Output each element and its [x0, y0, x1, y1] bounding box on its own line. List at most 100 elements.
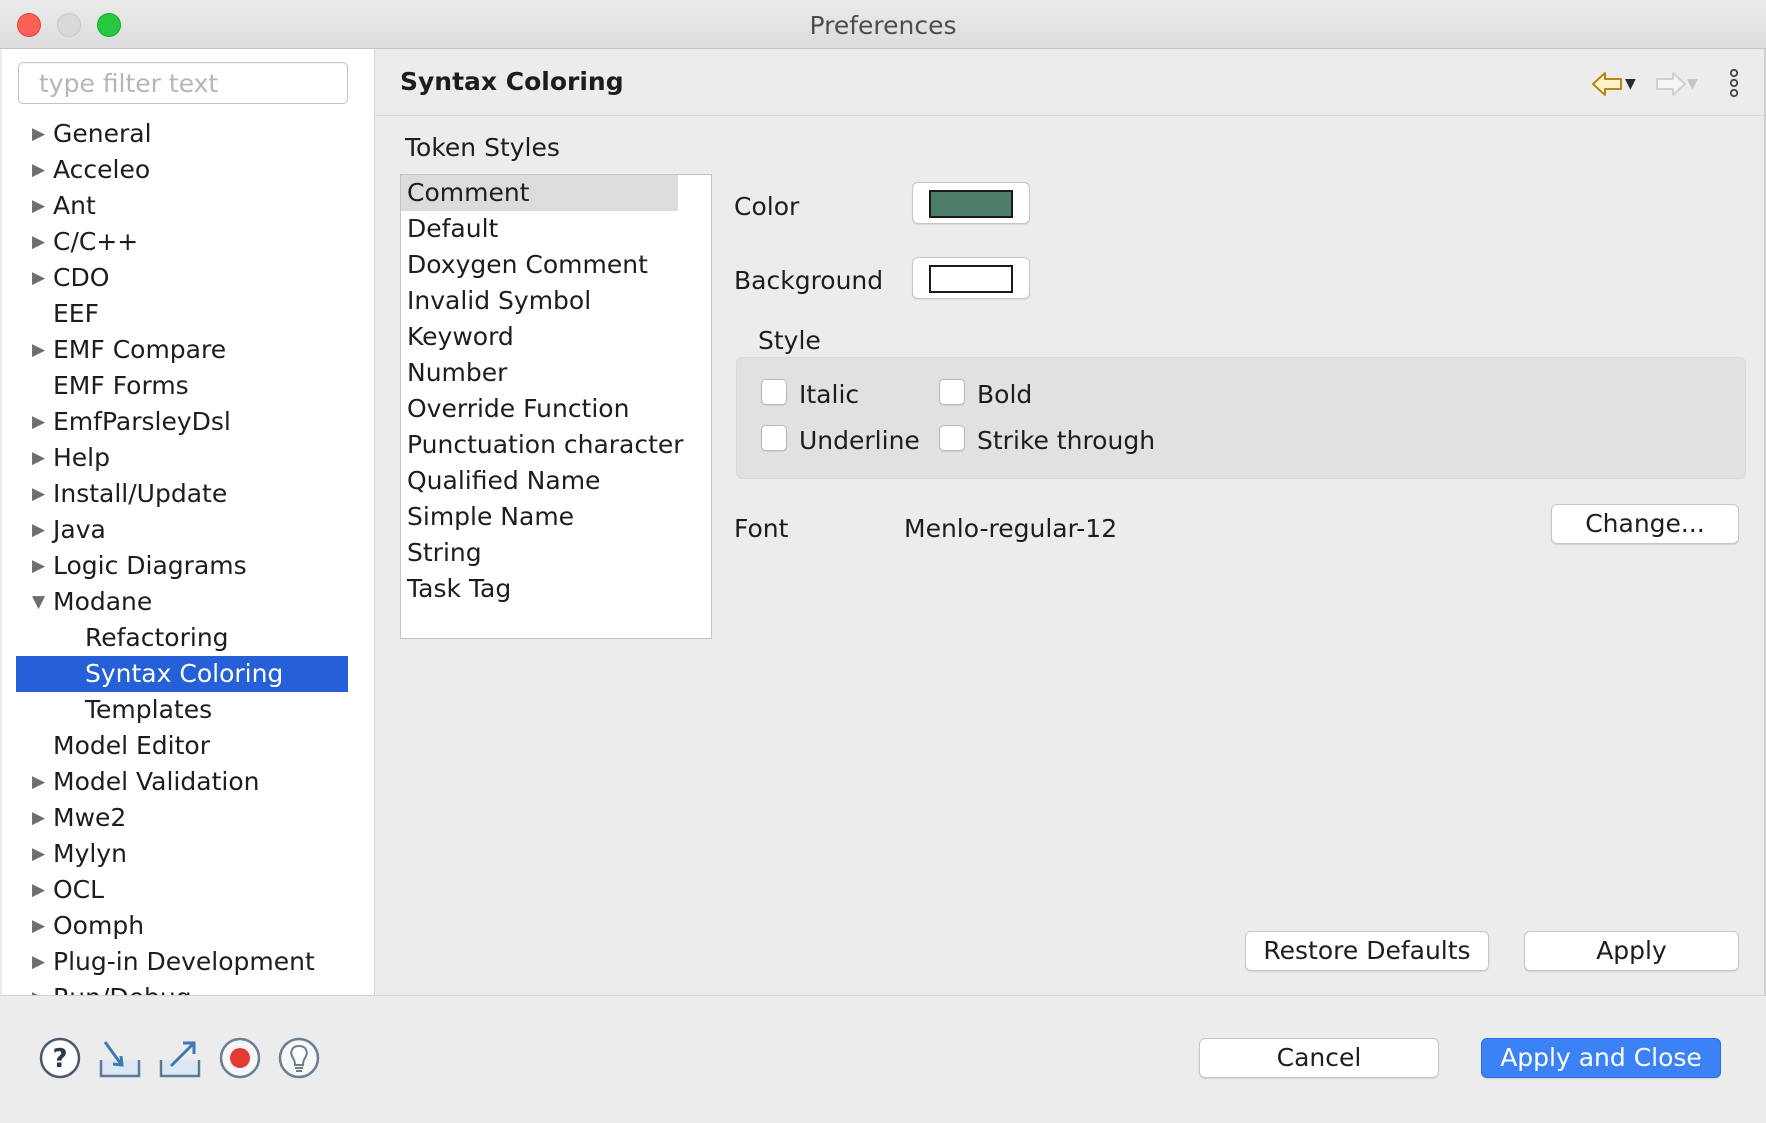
collapsed-arrow-icon[interactable]: ▶ [32, 224, 50, 260]
tree-item-label: Logic Diagrams [53, 551, 247, 580]
background-picker-button[interactable] [912, 257, 1030, 299]
tree-item-general[interactable]: ▶ General [2, 116, 374, 152]
tree-item-label: Templates [85, 695, 213, 724]
tree-item-label: EMF Forms [53, 371, 189, 400]
collapsed-arrow-icon[interactable]: ▶ [32, 836, 50, 872]
tree-item-install-update[interactable]: ▶ Install/Update [2, 476, 374, 512]
tree-item-mylyn[interactable]: ▶ Mylyn [2, 836, 374, 872]
italic-checkbox[interactable] [761, 379, 787, 405]
tree-item-help[interactable]: ▶ Help [2, 440, 374, 476]
collapsed-arrow-icon[interactable]: ▶ [32, 944, 50, 980]
token-item-task-tag[interactable]: Task Tag [401, 571, 711, 607]
preference-tree-panel: ▶General▶Acceleo▶Ant▶C/C++▶CDOEEF▶EMF Co… [2, 49, 374, 995]
bold-checkbox[interactable] [939, 379, 965, 405]
tree-item-mwe2[interactable]: ▶ Mwe2 [2, 800, 374, 836]
collapsed-arrow-icon[interactable]: ▶ [32, 764, 50, 800]
collapsed-arrow-icon[interactable]: ▶ [32, 188, 50, 224]
color-label: Color [734, 192, 800, 221]
change-font-button[interactable]: Change... [1551, 504, 1739, 544]
tree-item-modane[interactable]: ▼ Modane [2, 584, 374, 620]
font-value: Menlo-regular-12 [904, 514, 1118, 543]
tree-item-label: CDO [53, 263, 110, 292]
underline-label: Underline [799, 426, 920, 455]
tree-item-label: Model Validation [53, 767, 260, 796]
collapsed-arrow-icon[interactable]: ▶ [32, 152, 50, 188]
token-item-invalid-symbol[interactable]: Invalid Symbol [401, 283, 711, 319]
import-icon[interactable] [97, 1036, 141, 1080]
restore-defaults-button[interactable]: Restore Defaults [1245, 931, 1489, 971]
token-item-number[interactable]: Number [401, 355, 711, 391]
tree-item-model-validation[interactable]: ▶ Model Validation [2, 764, 374, 800]
tree-item-label: Install/Update [53, 479, 228, 508]
tree-item-cdo[interactable]: ▶ CDO [2, 260, 374, 296]
tree-item-label: Syntax Coloring [85, 659, 284, 688]
forward-arrow-icon[interactable]: ▼ [1653, 67, 1698, 99]
tree-item-ocl[interactable]: ▶ OCL [2, 872, 374, 908]
token-styles-label: Token Styles [405, 133, 560, 162]
collapsed-arrow-icon[interactable]: ▶ [32, 908, 50, 944]
help-icon[interactable]: ? [38, 1036, 82, 1080]
export-icon[interactable] [157, 1036, 201, 1080]
token-item-doxygen-comment[interactable]: Doxygen Comment [401, 247, 711, 283]
token-item-comment[interactable]: Comment [401, 175, 678, 211]
tree-item-model-editor[interactable]: Model Editor [2, 728, 374, 764]
token-item-qualified-name[interactable]: Qualified Name [401, 463, 711, 499]
filter-input[interactable] [18, 62, 348, 104]
apply-and-close-button[interactable]: Apply and Close [1481, 1038, 1721, 1078]
tree-item-emf-forms[interactable]: EMF Forms [2, 368, 374, 404]
token-styles-list[interactable]: Comment Default Doxygen Comment Invalid Sym… [400, 174, 712, 639]
font-label: Font [734, 514, 789, 543]
strike-through-checkbox[interactable] [939, 425, 965, 451]
forward-dropdown-icon[interactable]: ▼ [1687, 76, 1698, 92]
lightbulb-icon[interactable] [277, 1036, 321, 1080]
tree-item-label: Plug-in Development [53, 947, 315, 976]
underline-checkbox[interactable] [761, 425, 787, 451]
tree-item-run-debug[interactable]: ▶Run/Debug [2, 980, 374, 995]
collapsed-arrow-icon[interactable]: ▶ [32, 800, 50, 836]
collapsed-arrow-icon[interactable]: ▶ [32, 512, 50, 548]
token-item-simple-name[interactable]: Simple Name [401, 499, 711, 535]
tree-item-templates[interactable]: Templates [2, 692, 374, 728]
tree-item-oomph[interactable]: ▶ Oomph [2, 908, 374, 944]
tree-item-java[interactable]: ▶ Java [2, 512, 374, 548]
tree-item-label: Ant [53, 191, 96, 220]
tree-item-acceleo[interactable]: ▶ Acceleo [2, 152, 374, 188]
tree-item-refactoring[interactable]: Refactoring [2, 620, 374, 656]
back-dropdown-icon[interactable]: ▼ [1625, 76, 1636, 92]
tree-item-syntax-coloring[interactable]: Syntax Coloring [16, 656, 348, 692]
tree-item-label: EMF Compare [53, 335, 227, 364]
tree-item-label: EEF [53, 299, 99, 328]
tree-item-plug-in-development[interactable]: ▶ Plug-in Development [2, 944, 374, 980]
bottom-bar: ? Cancel Apply and Close [0, 995, 1766, 1123]
tree-item-label: Oomph [53, 911, 145, 940]
collapsed-arrow-icon[interactable]: ▶ [32, 332, 50, 368]
token-item-punctuation-character[interactable]: Punctuation character [401, 427, 711, 463]
collapsed-arrow-icon[interactable]: ▶ [32, 548, 50, 584]
record-icon[interactable] [218, 1036, 262, 1080]
cancel-button[interactable]: Cancel [1199, 1038, 1439, 1078]
collapsed-arrow-icon[interactable]: ▶ [32, 116, 50, 152]
token-item-string[interactable]: String [401, 535, 711, 571]
collapsed-arrow-icon[interactable]: ▶ [32, 260, 50, 296]
collapsed-arrow-icon[interactable]: ▶ [32, 872, 50, 908]
token-item-default[interactable]: Default [401, 211, 711, 247]
expanded-arrow-icon[interactable]: ▼ [32, 584, 50, 620]
color-picker-button[interactable] [912, 182, 1030, 224]
tree-item-c-c[interactable]: ▶ C/C++ [2, 224, 374, 260]
back-arrow-icon[interactable]: ▼ [1591, 67, 1636, 99]
tree-item-logic-diagrams[interactable]: ▶ Logic Diagrams [2, 548, 374, 584]
apply-button[interactable]: Apply [1524, 931, 1739, 971]
tree-item-eef[interactable]: EEF [2, 296, 374, 332]
vertical-ellipsis-icon[interactable] [1727, 67, 1741, 99]
tree-item-ant[interactable]: ▶ Ant [2, 188, 374, 224]
collapsed-arrow-icon[interactable]: ▶ [32, 980, 50, 995]
collapsed-arrow-icon[interactable]: ▶ [32, 476, 50, 512]
tree-item-emf-compare[interactable]: ▶ EMF Compare [2, 332, 374, 368]
token-item-keyword[interactable]: Keyword [401, 319, 711, 355]
tree-item-emfparsleydsl[interactable]: ▶ EmfParsleyDsl [2, 404, 374, 440]
collapsed-arrow-icon[interactable]: ▶ [32, 404, 50, 440]
tree-item-label: Help [53, 443, 110, 472]
italic-label: Italic [799, 380, 860, 409]
token-item-override-function[interactable]: Override Function [401, 391, 711, 427]
collapsed-arrow-icon[interactable]: ▶ [32, 440, 50, 476]
